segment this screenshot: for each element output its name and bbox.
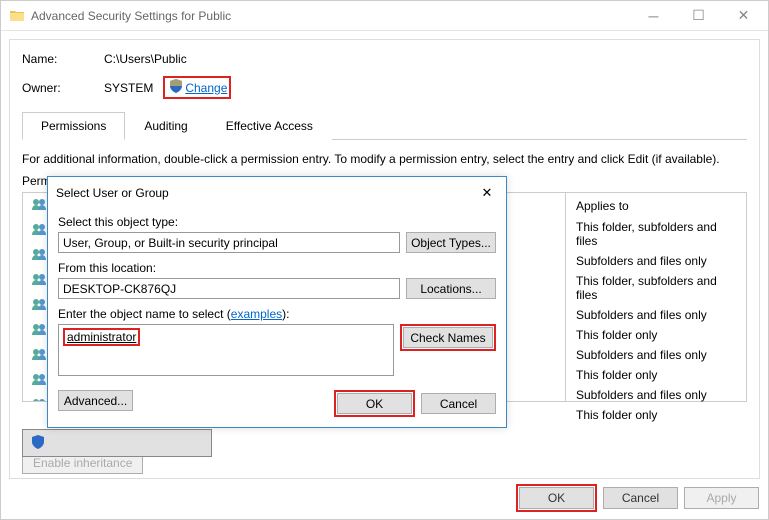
object-type-field[interactable] bbox=[58, 232, 400, 253]
change-owner-link[interactable]: Change bbox=[185, 81, 227, 95]
location-label: From this location: bbox=[58, 261, 496, 275]
owner-value: SYSTEM bbox=[104, 81, 153, 95]
maximize-button[interactable]: ☐ bbox=[676, 2, 721, 30]
info-text: For additional information, double-click… bbox=[22, 152, 747, 166]
entered-name-highlight: administrator bbox=[63, 328, 140, 346]
name-row: Name: C:\Users\Public bbox=[22, 52, 747, 66]
applies-to-item[interactable]: Subfolders and files only bbox=[576, 305, 736, 325]
applies-to-item[interactable]: This folder, subfolders and files bbox=[576, 271, 736, 305]
enter-name-section: Enter the object name to select (example… bbox=[58, 307, 496, 376]
name-label: Name: bbox=[22, 52, 104, 66]
applies-to-column: Applies to This folder, subfolders and f… bbox=[566, 193, 746, 401]
obscured-button-row bbox=[22, 429, 212, 457]
object-name-input[interactable]: administrator bbox=[58, 324, 394, 376]
dialog-ok-highlight: OK bbox=[334, 390, 415, 417]
applies-to-item[interactable]: This folder only bbox=[576, 365, 736, 385]
titlebar: Advanced Security Settings for Public ─ … bbox=[1, 1, 768, 31]
applies-to-item[interactable]: Subfolders and files only bbox=[576, 345, 736, 365]
advanced-button[interactable]: Advanced... bbox=[58, 390, 133, 411]
enter-name-label: Enter the object name to select (example… bbox=[58, 307, 496, 321]
location-section: From this location: Locations... bbox=[58, 261, 496, 299]
minimize-button[interactable]: ─ bbox=[631, 2, 676, 30]
name-value: C:\Users\Public bbox=[104, 52, 187, 66]
apply-button: Apply bbox=[684, 487, 759, 509]
object-type-label: Select this object type: bbox=[58, 215, 496, 229]
owner-label: Owner: bbox=[22, 81, 104, 95]
locations-button[interactable]: Locations... bbox=[406, 278, 496, 299]
check-names-button[interactable]: Check Names bbox=[403, 327, 493, 348]
applies-to-item[interactable]: This folder only bbox=[576, 325, 736, 345]
object-type-section: Select this object type: Object Types... bbox=[58, 215, 496, 253]
check-names-highlight: Check Names bbox=[400, 324, 496, 351]
applies-to-item[interactable]: Subfolders and files only bbox=[576, 251, 736, 271]
dialog-ok-button[interactable]: OK bbox=[337, 393, 412, 414]
location-field[interactable] bbox=[58, 278, 400, 299]
tab-bar: Permissions Auditing Effective Access bbox=[22, 111, 747, 140]
window-controls: ─ ☐ ✕ bbox=[631, 2, 766, 30]
applies-to-item[interactable]: This folder only bbox=[576, 405, 736, 425]
dialog-titlebar: Select User or Group ✕ bbox=[48, 177, 506, 209]
tab-effective-access[interactable]: Effective Access bbox=[207, 112, 332, 140]
dialog-body: Select this object type: Object Types...… bbox=[48, 209, 506, 427]
dialog-close-button[interactable]: ✕ bbox=[476, 183, 498, 203]
applies-to-header: Applies to bbox=[576, 197, 736, 217]
examples-link[interactable]: examples bbox=[231, 307, 282, 321]
owner-row: Owner: SYSTEM Change bbox=[22, 76, 747, 99]
object-types-button[interactable]: Object Types... bbox=[406, 232, 496, 253]
ok-button[interactable]: OK bbox=[519, 487, 594, 509]
applies-to-item[interactable]: This folder, subfolders and files bbox=[576, 217, 736, 251]
shield-icon bbox=[31, 435, 45, 452]
dialog-title: Select User or Group bbox=[56, 186, 476, 200]
ok-highlight: OK bbox=[516, 484, 597, 512]
applies-to-item[interactable]: Subfolders and files only bbox=[576, 385, 736, 405]
change-owner-highlight: Change bbox=[163, 76, 231, 99]
dialog-footer: Advanced... OK Cancel bbox=[58, 390, 496, 417]
folder-icon bbox=[9, 8, 25, 24]
dialog-cancel-button[interactable]: Cancel bbox=[421, 393, 496, 414]
tab-permissions[interactable]: Permissions bbox=[22, 112, 125, 140]
window-title: Advanced Security Settings for Public bbox=[31, 9, 631, 23]
tab-auditing[interactable]: Auditing bbox=[125, 112, 206, 140]
main-window: Advanced Security Settings for Public ─ … bbox=[0, 0, 769, 520]
select-user-dialog: Select User or Group ✕ Select this objec… bbox=[47, 176, 507, 428]
bottom-button-bar: OK Cancel Apply bbox=[516, 484, 759, 512]
shield-icon bbox=[169, 79, 183, 96]
cancel-button[interactable]: Cancel bbox=[603, 487, 678, 509]
close-button[interactable]: ✕ bbox=[721, 2, 766, 30]
